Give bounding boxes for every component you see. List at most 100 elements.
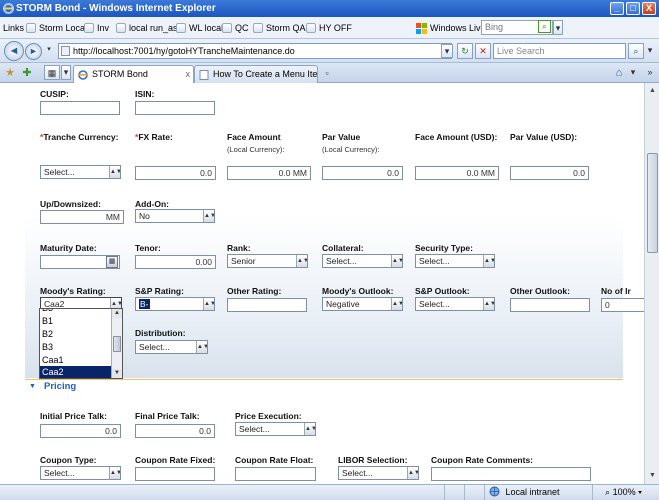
add-favorites-icon[interactable]: ✚ (20, 66, 34, 80)
rank-label: Rank: (227, 243, 251, 253)
coupon-rate-fixed-input[interactable] (135, 467, 215, 481)
tab-list-dropdown-icon[interactable]: ▾ (61, 65, 71, 80)
select-value: Select... (44, 167, 75, 177)
search-icon[interactable]: ⌕ (628, 43, 644, 59)
coupon-type-select[interactable]: Select... ▲▼ (40, 466, 121, 480)
link-wl-local[interactable]: WL local (176, 17, 223, 39)
pricing-section-header[interactable]: ▼ Pricing (25, 379, 623, 393)
dropdown-option[interactable]: B1 (40, 315, 112, 327)
search-options-icon[interactable]: ▾ (645, 43, 655, 59)
distribution-select[interactable]: Select... ▲▼ (135, 340, 208, 354)
collapse-triangle-icon[interactable]: ▼ (29, 383, 36, 390)
tranche-currency-select[interactable]: Select... ▲▼ (40, 165, 121, 179)
price-execution-select[interactable]: Select... ▲▼ (235, 422, 316, 436)
refresh-icon[interactable]: ↻ (457, 43, 473, 59)
select-value: Select... (44, 468, 75, 478)
other-outlook-input[interactable] (510, 298, 590, 312)
link-hy-off[interactable]: HY OFF (306, 17, 352, 39)
collateral-select[interactable]: Select... ▲▼ (322, 254, 403, 268)
back-button[interactable]: ◄ (4, 41, 24, 61)
rank-select[interactable]: Senior ▲▼ (227, 254, 308, 268)
scroll-up-icon[interactable]: ▲ (112, 309, 122, 318)
dropdown-option-selected[interactable]: Caa2 (40, 366, 112, 378)
up-downsized-input[interactable]: MM (40, 210, 124, 224)
scroll-up-icon[interactable]: ▲ (646, 84, 659, 97)
cusip-input[interactable] (40, 101, 120, 115)
initial-price-talk-input[interactable]: 0.0 (40, 424, 121, 438)
page-icon (176, 23, 186, 33)
link-storm-local[interactable]: Storm Local (26, 17, 87, 39)
new-tab-icon[interactable]: ▫ (320, 66, 334, 81)
windows-live-button[interactable]: Windows Live (416, 17, 486, 39)
close-button[interactable]: X (642, 2, 656, 15)
moodys-rating-dropdown-list[interactable]: B3 B1 B2 B3 Caa1 Caa2 ▲ ▼ (39, 308, 123, 379)
dropdown-option[interactable]: B2 (40, 328, 112, 340)
coupon-rate-comments-input[interactable] (431, 467, 591, 481)
tab-storm-bond[interactable]: STORM Bond x (73, 65, 194, 83)
home-icon[interactable]: ⌂ (612, 66, 626, 80)
par-value-usd-input[interactable]: 0.0 (510, 166, 589, 180)
face-amount-input[interactable]: 0.0 MM (227, 166, 311, 180)
link-inv[interactable]: Inv (84, 17, 109, 39)
status-text-cell (0, 485, 444, 500)
scroll-thumb[interactable] (113, 336, 121, 352)
dropdown-option[interactable]: B3 (40, 341, 112, 353)
other-rating-label: Other Rating: (227, 286, 282, 296)
libor-selection-select[interactable]: Select... ▲▼ (338, 466, 419, 480)
history-dropdown-icon[interactable]: ▾ (44, 46, 54, 56)
toolbar-chevron-icon[interactable]: » (643, 66, 657, 80)
tab-how-to-create-menu-item[interactable]: How To Create a Menu Item ... (194, 65, 318, 83)
scroll-down-icon[interactable]: ▼ (112, 369, 122, 378)
no-of-input[interactable]: 0 (601, 298, 644, 312)
moodys-outlook-select[interactable]: Negative ▲▼ (322, 297, 403, 311)
ie-logo-icon (3, 3, 14, 14)
home-dropdown-icon[interactable]: ▾ (628, 67, 638, 79)
bing-search-icon[interactable]: ⌕ (538, 20, 551, 33)
scroll-thumb[interactable] (647, 153, 658, 253)
dropdown-arrow-icon: ▲▼ (391, 298, 402, 310)
forward-button[interactable]: ► (25, 43, 42, 60)
sp-outlook-select[interactable]: Select... ▲▼ (415, 297, 495, 311)
url-text: http://localhost:7001/hy/gotoHYTrancheMa… (73, 46, 295, 56)
calendar-icon[interactable]: ▦ (106, 256, 118, 268)
security-type-select[interactable]: Select... ▲▼ (415, 254, 495, 268)
no-of-label: No of Ir (601, 286, 631, 296)
add-on-label: Add-On: (135, 199, 169, 209)
par-value-usd-label: Par Value (USD): (510, 132, 578, 142)
add-on-select[interactable]: No ▲▼ (135, 209, 215, 223)
other-rating-input[interactable] (227, 298, 307, 312)
scroll-down-icon[interactable]: ▼ (646, 469, 659, 482)
security-zone[interactable]: Local intranet (484, 485, 592, 500)
tab-close-icon[interactable]: x (186, 66, 191, 82)
quick-tabs-icon[interactable]: ▦ (44, 65, 60, 80)
page-icon (61, 46, 70, 56)
url-input[interactable]: http://localhost:7001/hy/gotoHYTrancheMa… (58, 43, 452, 59)
sp-rating-select[interactable]: B- ▲▼ (135, 297, 215, 311)
final-price-talk-input[interactable]: 0.0 (135, 424, 215, 438)
url-dropdown-icon[interactable]: ▾ (441, 44, 453, 58)
minimize-button[interactable]: _ (610, 2, 624, 15)
bing-dropdown-icon[interactable]: ▾ (553, 20, 563, 35)
tenor-input[interactable]: 0.00 (135, 255, 216, 269)
maximize-button[interactable]: □ (626, 2, 640, 15)
dropdown-option[interactable]: B3 (40, 309, 112, 314)
par-value-input[interactable]: 0.0 (322, 166, 403, 180)
isin-input[interactable] (135, 101, 215, 115)
link-local-run-as[interactable]: local run_as (116, 17, 178, 39)
link-storm-qa[interactable]: Storm QA (253, 17, 306, 39)
link-qc[interactable]: QC (222, 17, 249, 39)
fx-rate-input[interactable]: 0.0 (135, 166, 216, 180)
coupon-rate-float-input[interactable] (235, 467, 316, 481)
link-label: HY OFF (319, 23, 352, 33)
tab-page-icon (199, 69, 209, 80)
stop-icon[interactable]: ✕ (475, 43, 491, 59)
face-amount-usd-input[interactable]: 0.0 MM (415, 166, 499, 180)
zoom-dropdown-icon[interactable]: ▾ (638, 487, 642, 497)
favorites-star-icon[interactable]: ★ (3, 66, 17, 80)
live-search-input[interactable]: Live Search (493, 43, 626, 59)
dropdown-option[interactable]: Caa1 (40, 354, 112, 366)
select-value: Select... (326, 256, 357, 266)
page-scrollbar[interactable]: ▲ ▼ (644, 83, 659, 484)
zoom-control[interactable]: ⌕ 100% ▾ (592, 485, 659, 500)
dropdown-scrollbar[interactable]: ▲ ▼ (111, 309, 122, 378)
